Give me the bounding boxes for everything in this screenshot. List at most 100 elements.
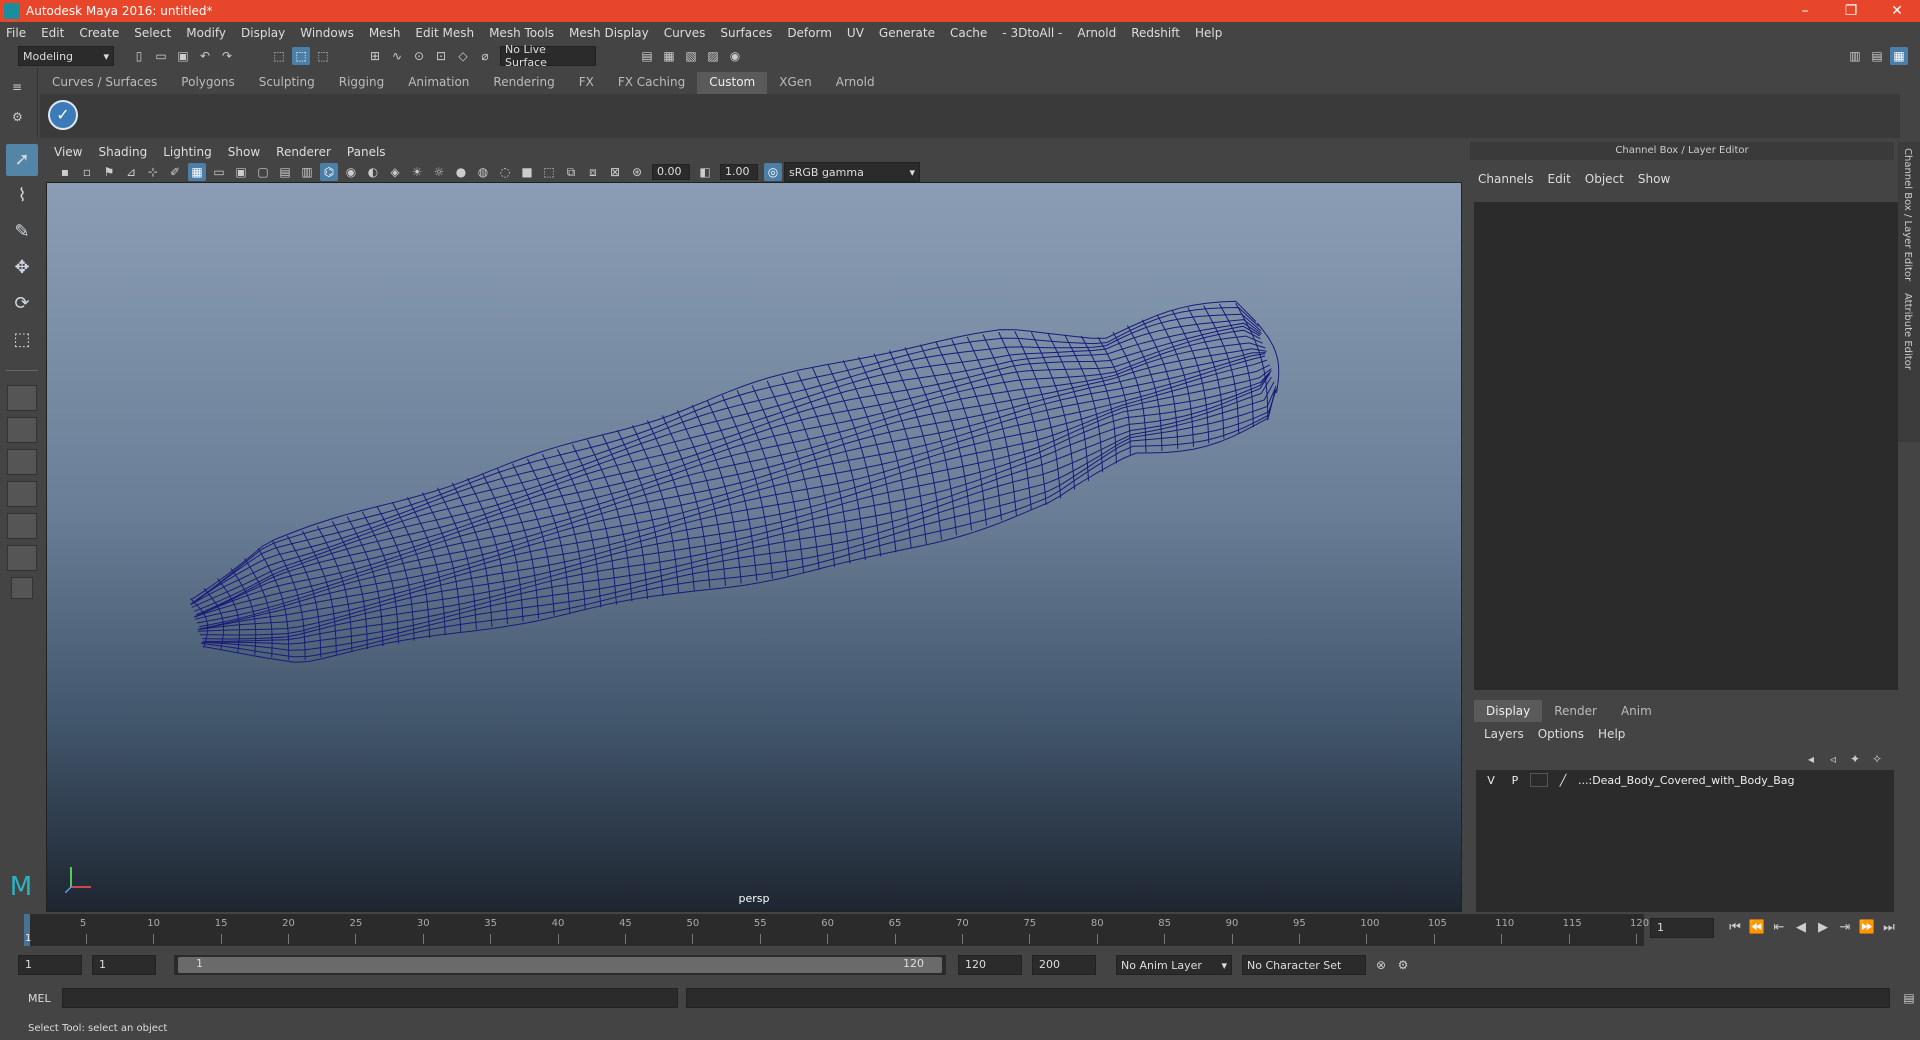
anti-aliasing-icon[interactable]: ◌: [496, 163, 514, 181]
tab-fx[interactable]: FX: [566, 72, 606, 94]
menu-help[interactable]: Help: [1195, 26, 1222, 40]
mode-dropdown[interactable]: Modeling ▾: [18, 46, 114, 66]
animation-end-field[interactable]: 200: [1032, 955, 1096, 975]
menu-mesh-display[interactable]: Mesh Display: [569, 26, 649, 40]
snap-point-icon[interactable]: ⊙: [410, 47, 428, 65]
layer-menu-options[interactable]: Options: [1538, 727, 1584, 741]
shelf-settings-icon[interactable]: ⚙: [12, 110, 37, 124]
checkmark-icon[interactable]: ✓: [48, 100, 78, 130]
exposure-field[interactable]: 0.00: [652, 164, 690, 180]
menu-file[interactable]: File: [6, 26, 26, 40]
depth-of-field-icon[interactable]: ■: [518, 163, 536, 181]
make-live-icon[interactable]: ⌀: [476, 47, 494, 65]
redo-icon[interactable]: ↷: [218, 47, 236, 65]
render-view-icon[interactable]: ▨: [704, 47, 722, 65]
menu-generate[interactable]: Generate: [879, 26, 935, 40]
lights-icon[interactable]: ☀: [408, 163, 426, 181]
menu-deform[interactable]: Deform: [787, 26, 832, 40]
tab-arnold[interactable]: Arnold: [823, 72, 887, 94]
restore-icon[interactable]: ❐: [1828, 3, 1874, 19]
workspace-icon[interactable]: ▥: [1846, 47, 1864, 65]
step-back-key-icon[interactable]: ⏪: [1746, 918, 1768, 938]
time-slider[interactable]: 1 5 10 15 20 25 30 35 40 45 50 55 60 65 70 75 80 85 90 95 1…: [24, 914, 1649, 946]
outliner-toggle-icon[interactable]: ▤: [1868, 47, 1886, 65]
wireframe-icon[interactable]: ⌬: [320, 163, 338, 181]
tab-rigging[interactable]: Rigging: [326, 72, 397, 94]
camera-attributes-icon[interactable]: ▫: [78, 163, 96, 181]
menu-create[interactable]: Create: [79, 26, 119, 40]
tab-animation[interactable]: Animation: [396, 72, 482, 94]
film-gate-icon[interactable]: ▭: [210, 163, 228, 181]
cb-menu-channels[interactable]: Channels: [1478, 172, 1534, 186]
layer-menu-help[interactable]: Help: [1598, 727, 1625, 741]
character-set-dropdown[interactable]: No Character Set: [1242, 955, 1366, 975]
gamma-field[interactable]: 1.00: [720, 164, 758, 180]
play-forwards-icon[interactable]: ▶: [1812, 918, 1834, 938]
perspective-viewport[interactable]: persp: [46, 182, 1462, 912]
tab-polygons[interactable]: Polygons: [169, 72, 247, 94]
menu-windows[interactable]: Windows: [300, 26, 354, 40]
shadows-icon[interactable]: ☼: [430, 163, 448, 181]
tab-rendering[interactable]: Rendering: [481, 72, 567, 94]
cb-menu-show[interactable]: Show: [1638, 172, 1670, 186]
maya-home-icon[interactable]: M: [4, 872, 38, 902]
rotate-tool-icon[interactable]: ⟳: [6, 288, 38, 320]
menu-curves[interactable]: Curves: [664, 26, 706, 40]
layer-visibility-toggle[interactable]: V: [1482, 774, 1500, 787]
tab-xgen[interactable]: XGen: [767, 72, 824, 94]
animation-prefs-icon[interactable]: ⚙: [1394, 956, 1412, 974]
xray-joints-icon[interactable]: ⧈: [584, 163, 602, 181]
gate-mask-icon[interactable]: ▢: [254, 163, 272, 181]
outliner-layout-icon[interactable]: [7, 545, 37, 571]
menu-arnold[interactable]: Arnold: [1077, 26, 1116, 40]
tab-fx-caching[interactable]: FX Caching: [605, 72, 698, 94]
anim-layer-dropdown[interactable]: No Anim Layer ▾: [1116, 955, 1232, 975]
step-forward-key-icon[interactable]: ⏩: [1856, 918, 1878, 938]
menu-edit[interactable]: Edit: [41, 26, 64, 40]
layer-playback-toggle[interactable]: P: [1506, 774, 1524, 787]
textured-icon[interactable]: ◈: [386, 163, 404, 181]
cb-menu-object[interactable]: Object: [1585, 172, 1624, 186]
viewport-menu-shading[interactable]: Shading: [98, 145, 147, 159]
tab-custom[interactable]: Custom: [697, 72, 768, 94]
select-component-icon[interactable]: ⬚: [314, 47, 332, 65]
layer-color-swatch[interactable]: [1530, 773, 1548, 787]
render-current-icon[interactable]: ▦: [660, 47, 678, 65]
move-layer-down-icon[interactable]: ◃: [1824, 750, 1842, 768]
new-layer-icon[interactable]: ✦: [1846, 750, 1864, 768]
snap-view-icon[interactable]: ⊡: [432, 47, 450, 65]
layer-menu-layers[interactable]: Layers: [1484, 727, 1524, 741]
auto-key-icon[interactable]: ⊗: [1372, 956, 1390, 974]
paint-select-icon[interactable]: ✎: [6, 216, 38, 248]
playback-start-field[interactable]: 1: [92, 955, 156, 975]
menu-3dtoall[interactable]: - 3DtoAll -: [1002, 26, 1062, 40]
default-material-icon[interactable]: ◐: [364, 163, 382, 181]
scale-tool-icon[interactable]: ⬚: [6, 324, 38, 356]
field-chart-icon[interactable]: ▤: [276, 163, 294, 181]
channel-box-toggle-icon[interactable]: ▦: [1890, 47, 1908, 65]
range-slider[interactable]: 1 120: [174, 955, 946, 975]
menu-mesh-tools[interactable]: Mesh Tools: [489, 26, 554, 40]
viewport-menu-lighting[interactable]: Lighting: [163, 145, 212, 159]
single-pane-layout-icon[interactable]: [7, 385, 37, 411]
resolution-gate-icon[interactable]: ▣: [232, 163, 250, 181]
script-editor-icon[interactable]: ▤: [1900, 989, 1918, 1007]
open-scene-icon[interactable]: ▭: [152, 47, 170, 65]
current-frame-field[interactable]: 1: [1650, 918, 1714, 938]
new-layer-selected-icon[interactable]: ✧: [1868, 750, 1886, 768]
smooth-shade-icon[interactable]: ◉: [342, 163, 360, 181]
snap-curve-icon[interactable]: ∿: [388, 47, 406, 65]
playback-end-field[interactable]: 120: [958, 955, 1022, 975]
channel-list[interactable]: [1474, 202, 1898, 690]
hypershade-icon[interactable]: ◉: [726, 47, 744, 65]
shelf-menu-icon[interactable]: ≡: [12, 80, 37, 94]
select-tool-icon[interactable]: ➚: [6, 144, 38, 176]
viewport-menu-panels[interactable]: Panels: [347, 145, 386, 159]
go-to-end-icon[interactable]: ⏭: [1878, 918, 1900, 938]
isolate-select-icon[interactable]: ⬚: [540, 163, 558, 181]
command-language-label[interactable]: MEL: [28, 992, 62, 1005]
gamma-icon[interactable]: ◧: [696, 163, 714, 181]
more-layouts-icon[interactable]: [11, 577, 33, 599]
menu-select[interactable]: Select: [134, 26, 171, 40]
persp-outliner-layout-icon[interactable]: [7, 513, 37, 539]
